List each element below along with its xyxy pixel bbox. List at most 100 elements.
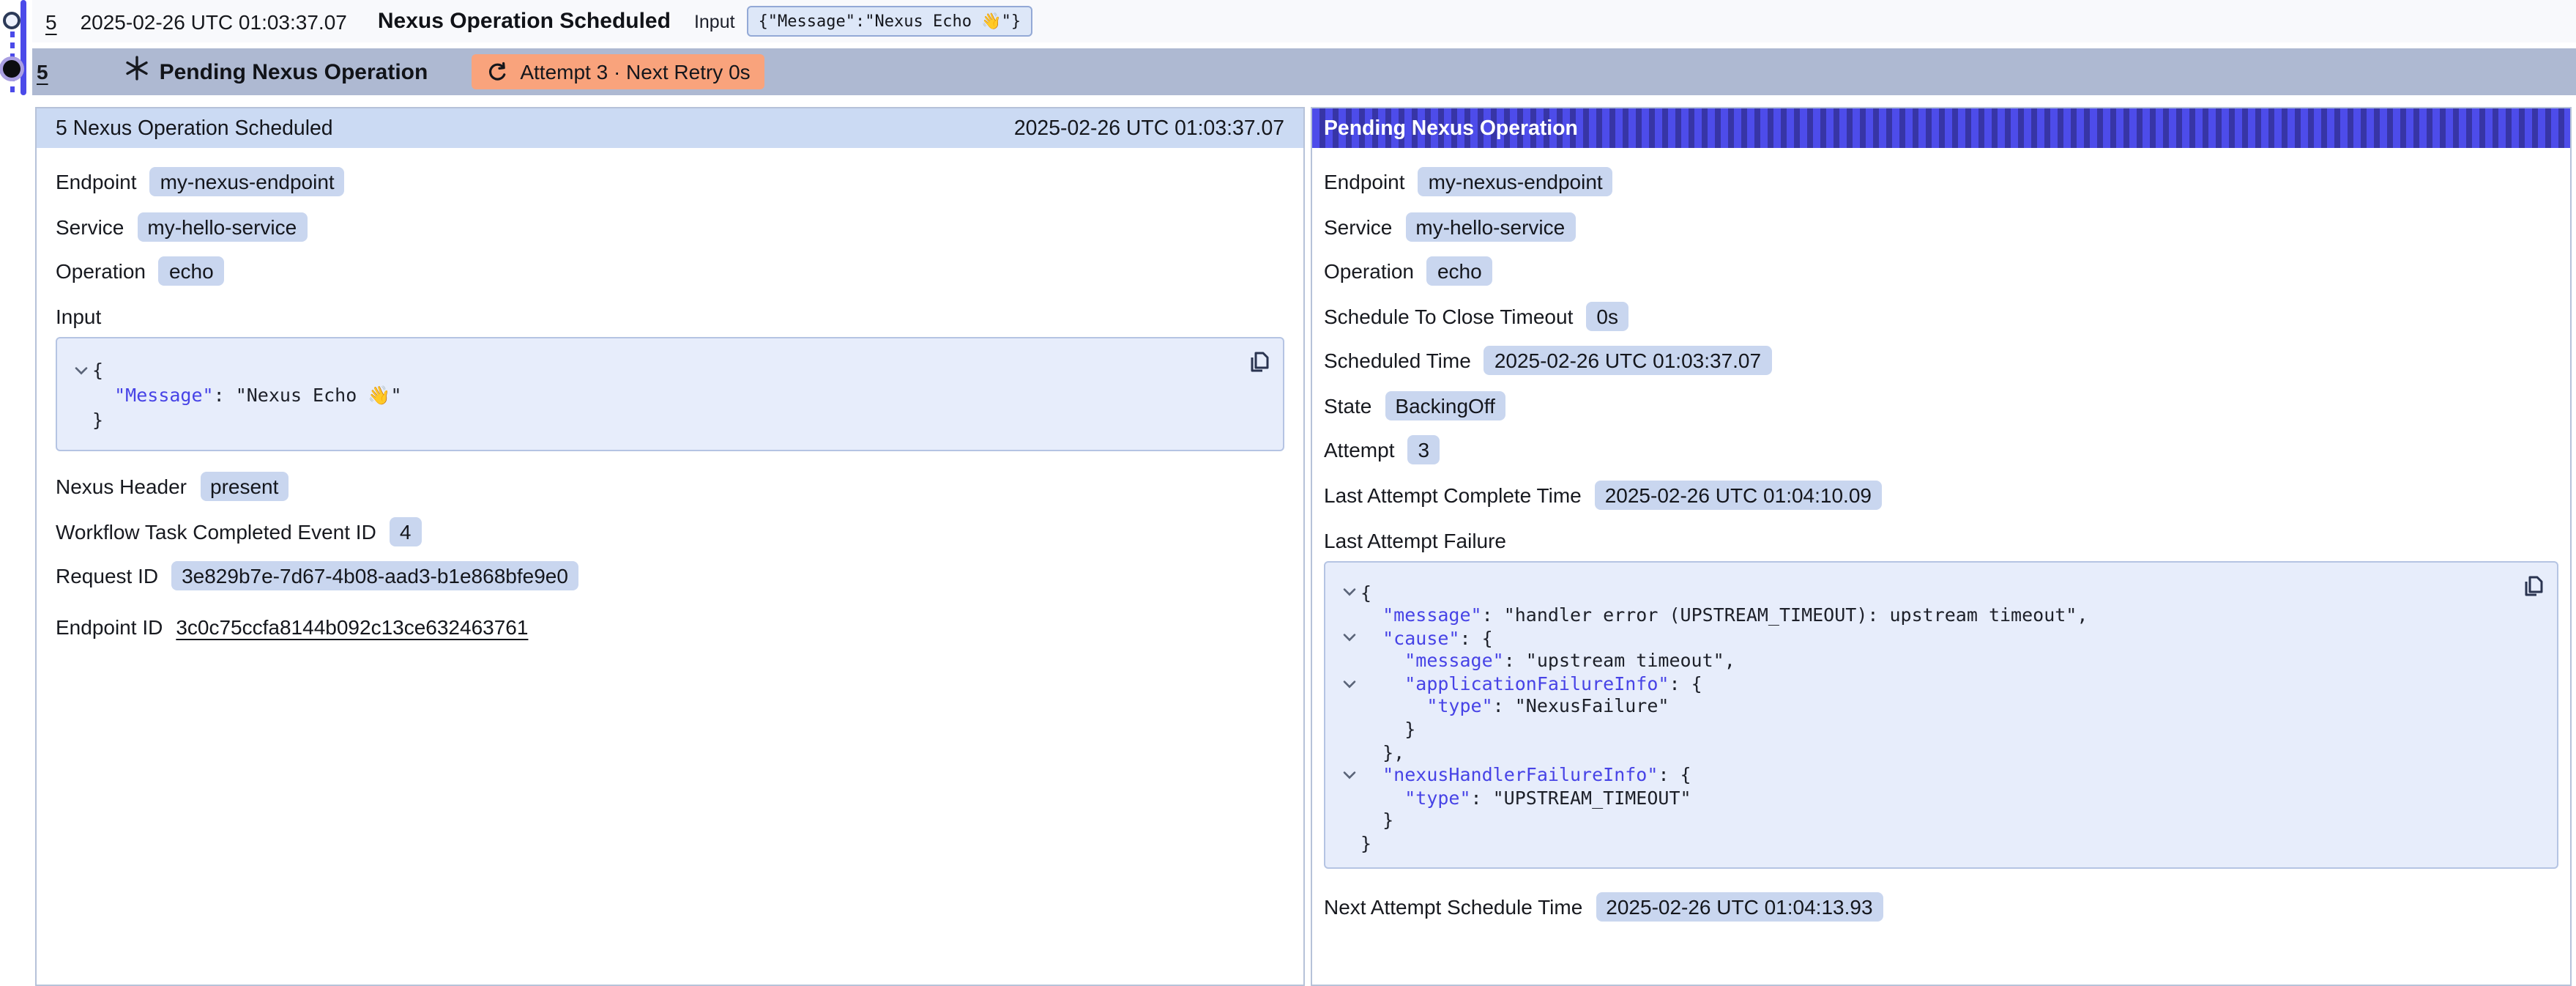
field-row: Nexus Headerpresent <box>56 472 1284 501</box>
code-line: { <box>69 357 1239 382</box>
field-row: Service my-hello-service <box>1324 212 2558 241</box>
panel-header-pending: Pending Nexus Operation <box>1312 108 2570 148</box>
field-row: Operation echo <box>1324 256 2558 286</box>
field-list: Next Attempt Schedule Time 2025-02-26 UTC… <box>1324 892 2558 921</box>
code-line: "applicationFailureInfo": { <box>1337 672 2513 695</box>
code-gutter <box>1337 787 1360 809</box>
code-text: "applicationFailureInfo": { <box>1360 672 1702 695</box>
panel-header-title: 5 Nexus Operation Scheduled <box>56 116 333 140</box>
event-history-view: 5 2025-02-26 UTC 01:03:37.07 Nexus Opera… <box>0 0 2576 957</box>
field-row: Operation echo <box>56 256 1284 286</box>
field-row: Request ID 3e829b7e-7d67-4b08-aad3-b1e868… <box>56 561 1284 590</box>
field-label: Attempt <box>1324 438 1395 462</box>
event-id-link[interactable]: 5 <box>37 60 48 84</box>
code-line: } <box>1337 809 2513 832</box>
event-title: Pending Nexus Operation <box>160 59 428 84</box>
field-value-badge: 2025-02-26 UTC 01:04:10.09 <box>1595 480 1882 509</box>
code-gutter <box>1337 741 1360 763</box>
field-row: Endpoint ID3c0c75ccfa8144b092c13ce632463… <box>56 612 1284 640</box>
field-label: Next Attempt Schedule Time <box>1324 894 1582 918</box>
failure-json-viewer: { "message": "handler error (UPSTREAM_TI… <box>1324 560 2558 868</box>
code-line: "type": "NexusFailure" <box>1337 695 2513 718</box>
field-label: Workflow Task Completed Event ID <box>56 519 376 543</box>
timeline-active-bar <box>21 0 26 95</box>
input-json-viewer: { "Message": "Nexus Echo 👋"} <box>56 337 1284 451</box>
code-text: "type": "UPSTREAM_TIMEOUT" <box>1360 787 1691 809</box>
code-text: "message": "upstream timeout", <box>1360 650 1735 672</box>
retry-badge-text: Attempt 3 · Next Retry 0s <box>520 60 750 84</box>
code-text: } <box>1360 832 1371 855</box>
field-list: Endpoint my-nexus-endpoint Service my-hello… <box>1324 167 2558 509</box>
code-gutter <box>1337 604 1360 626</box>
code-text: "nexusHandlerFailureInfo": { <box>1360 764 1691 787</box>
event-title: Nexus Operation Scheduled <box>378 9 671 34</box>
retry-status-badge: Attempt 3 · Next Retry 0s <box>472 54 764 89</box>
retry-arrow-icon <box>486 61 508 83</box>
code-gutter <box>69 407 92 432</box>
field-label: Operation <box>56 259 146 283</box>
chevron-down-icon[interactable] <box>69 357 92 382</box>
code-text: "Message": "Nexus Echo 👋" <box>92 382 402 407</box>
field-label: Endpoint <box>1324 170 1405 193</box>
code-text: } <box>1360 718 1415 741</box>
copy-icon[interactable] <box>2519 574 2545 600</box>
field-value-badge: echo <box>159 256 224 286</box>
timeline-filled-circle-icon <box>3 60 21 78</box>
field-label: Endpoint <box>56 170 137 193</box>
panel-header-timestamp: 2025-02-26 UTC 01:03:37.07 <box>1014 116 1284 140</box>
field-value-badge: 3e829b7e-7d67-4b08-aad3-b1e868bfe9e0 <box>171 561 578 590</box>
event-id-link[interactable]: 5 <box>45 10 57 33</box>
code-text: "message": "handler error (UPSTREAM_TIME… <box>1360 604 2088 626</box>
code-gutter <box>69 382 92 407</box>
field-value-badge: my-hello-service <box>1405 212 1575 241</box>
field-value-badge: present <box>200 472 289 501</box>
field-label: Scheduled Time <box>1324 349 1471 372</box>
code-gutter <box>1337 832 1360 855</box>
chevron-down-icon[interactable] <box>1337 672 1360 695</box>
code-text: }, <box>1360 741 1404 763</box>
event-row-nexus-operation-scheduled[interactable]: 5 2025-02-26 UTC 01:03:37.07 Nexus Opera… <box>32 0 2576 42</box>
field-value-badge: my-hello-service <box>137 212 307 241</box>
code-line: "type": "UPSTREAM_TIMEOUT" <box>1337 787 2513 809</box>
field-row: Schedule To Close Timeout 0s <box>1324 301 2558 330</box>
copy-icon[interactable] <box>1245 350 1271 377</box>
code-gutter <box>1337 718 1360 741</box>
field-value-badge: echo <box>1427 256 1492 286</box>
field-row: Endpointmy-nexus-endpoint <box>56 167 1284 196</box>
code-text: "cause": { <box>1360 626 1493 649</box>
field-label: Last Attempt Complete Time <box>1324 483 1582 506</box>
panel-header: 5 Nexus Operation Scheduled 2025-02-26 U… <box>37 108 1303 148</box>
code-line: "nexusHandlerFailureInfo": { <box>1337 764 2513 787</box>
field-label: Service <box>56 215 124 238</box>
field-row: Service my-hello-service <box>56 212 1284 241</box>
field-row: Endpoint my-nexus-endpoint <box>1324 167 2558 196</box>
field-row: Scheduled Time2025-02-26 UTC 01:03:37.07 <box>1324 346 2558 375</box>
asterisk-icon <box>124 56 149 88</box>
code-line: } <box>69 407 1239 432</box>
field-list: Nexus Headerpresent Workflow Task Complet… <box>56 472 1284 640</box>
event-row-pending-nexus-operation[interactable]: 5 Pending Nexus Operation Attempt 3 · Ne… <box>32 48 2576 95</box>
field-value-badge: 4 <box>390 516 422 546</box>
field-label: Request ID <box>56 564 158 587</box>
chevron-down-icon[interactable] <box>1337 764 1360 787</box>
last-attempt-failure-label: Last Attempt Failure <box>1324 528 2558 552</box>
code-line: }, <box>1337 741 2513 763</box>
field-label: Service <box>1324 215 1392 238</box>
field-label: Schedule To Close Timeout <box>1324 304 1573 327</box>
field-value-badge: 0s <box>1586 301 1628 330</box>
field-value-badge: my-nexus-endpoint <box>1418 167 1613 196</box>
code-text: } <box>1360 809 1393 832</box>
field-value-badge: 2025-02-26 UTC 01:04:13.93 <box>1596 892 1883 921</box>
endpoint-id-link[interactable]: 3c0c75ccfa8144b092c13ce632463761 <box>176 615 528 638</box>
chevron-down-icon[interactable] <box>1337 581 1360 604</box>
timeline-dashed-connector <box>10 21 14 97</box>
code-gutter <box>1337 695 1360 718</box>
field-row: StateBackingOff <box>1324 390 2558 420</box>
panel-nexus-operation-scheduled: 5 Nexus Operation Scheduled 2025-02-26 U… <box>35 107 1305 986</box>
chevron-down-icon[interactable] <box>1337 626 1360 649</box>
panel-header-title: Pending Nexus Operation <box>1324 116 1578 140</box>
code-text: { <box>92 357 103 382</box>
code-line: { <box>1337 581 2513 604</box>
field-list: Endpointmy-nexus-endpoint Service my-hello… <box>56 167 1284 286</box>
field-label: Operation <box>1324 259 1414 283</box>
